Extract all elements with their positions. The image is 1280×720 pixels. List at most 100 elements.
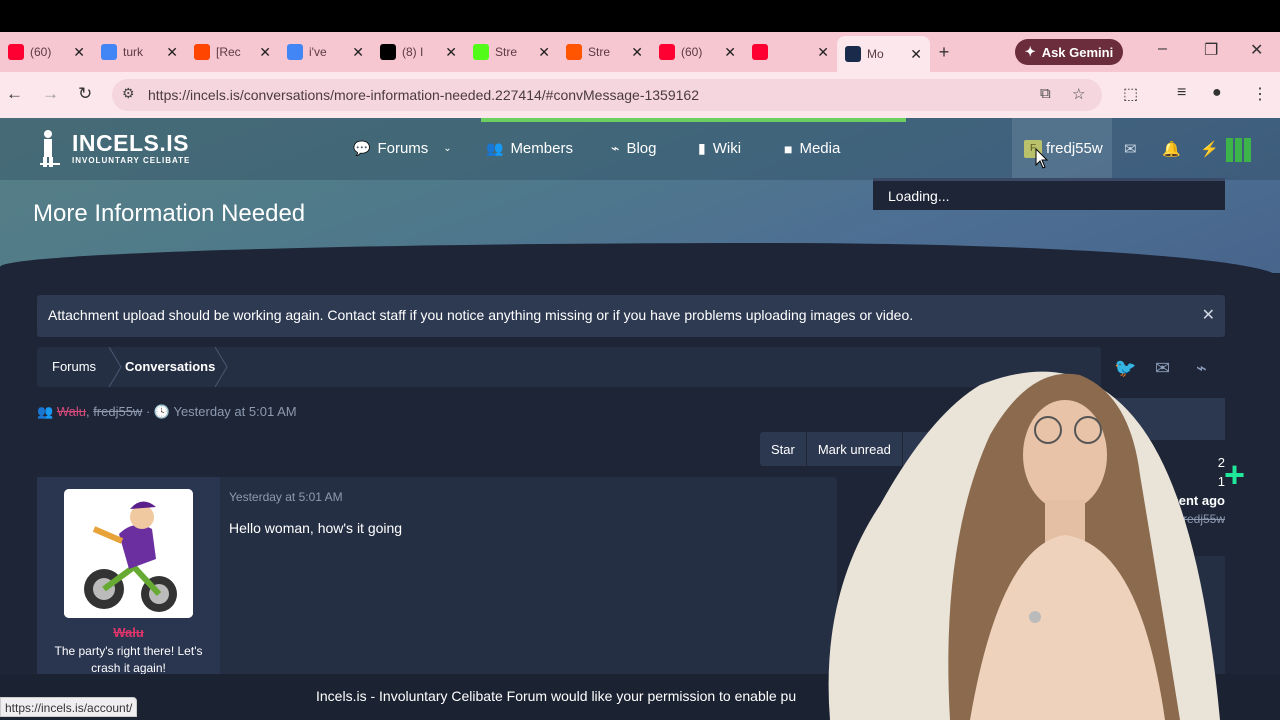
message-time[interactable]: Yesterday at 5:01 AM: [229, 490, 343, 504]
comments-icon: 💬: [353, 140, 371, 156]
chevron-down-icon[interactable]: ⌄: [443, 143, 451, 154]
x-icon: [380, 44, 396, 60]
tab-title: (60): [30, 45, 52, 59]
tab-title: turk: [123, 45, 144, 59]
browser-tab[interactable]: ✕: [744, 36, 837, 68]
browser-tab[interactable]: (8) I ✕: [372, 36, 465, 68]
profile-avatar-icon[interactable]: ●: [1212, 84, 1222, 102]
search-bars-icon[interactable]: [1226, 136, 1262, 166]
notice-text: Attachment upload should be working agai…: [48, 307, 914, 323]
browser-tab[interactable]: (60) ✕: [0, 36, 93, 68]
logo-subtitle: INVOLUNTARY CELIBATE: [72, 156, 191, 165]
tab-close-icon[interactable]: ✕: [631, 44, 643, 61]
bookmark-star-icon[interactable]: ☆: [1072, 85, 1085, 103]
soundcloud-icon: [566, 44, 582, 60]
reddit-icon: [194, 44, 210, 60]
reload-icon[interactable]: ↻: [78, 84, 92, 104]
envelope-icon[interactable]: ✉: [1124, 140, 1137, 158]
participants-icon: 👥: [37, 404, 54, 419]
participant-link[interactable]: Walu: [57, 404, 86, 419]
nav-members-label: Members: [510, 140, 573, 157]
close-icon[interactable]: ✕: [1202, 305, 1215, 325]
restore-icon[interactable]: ❐: [1204, 40, 1218, 60]
nav-media-label: Media: [799, 140, 841, 157]
new-tab-button[interactable]: +: [930, 42, 958, 63]
message-author-avatar[interactable]: [64, 489, 193, 618]
browser-tab[interactable]: (60) ✕: [651, 36, 744, 68]
page-load-progress: [481, 118, 906, 122]
tab-close-icon[interactable]: ✕: [445, 44, 457, 61]
browser-tab[interactable]: Stre ✕: [465, 36, 558, 68]
conversation-start-time: Yesterday at 5:01 AM: [173, 404, 297, 419]
nav-media[interactable]: ■ Media: [784, 140, 840, 157]
ask-gemini-label: Ask Gemini: [1041, 44, 1114, 60]
hero-wave: [0, 243, 1280, 303]
google-icon: [101, 44, 117, 60]
tab-title: Mo: [867, 47, 884, 61]
video-camera-icon: ■: [784, 140, 793, 157]
logo-figure-icon: [40, 130, 60, 167]
back-icon[interactable]: ←: [6, 84, 23, 104]
users-icon: 👥: [486, 140, 504, 156]
browser-tab[interactable]: [Rec ✕: [186, 36, 279, 68]
browser-tab[interactable]: i've ✕: [279, 36, 372, 68]
mouse-cursor-icon: [1035, 148, 1049, 169]
browser-tab[interactable]: Stre ✕: [558, 36, 651, 68]
gemini-icon: ✦: [1024, 44, 1036, 59]
breadcrumb-separator-icon: [214, 347, 228, 387]
tab-close-icon[interactable]: ✕: [538, 44, 550, 61]
tab-close-icon[interactable]: ✕: [724, 44, 736, 61]
breadcrumb-conversations[interactable]: Conversations: [125, 359, 215, 374]
menu-kebab-icon[interactable]: ⋮: [1252, 84, 1268, 104]
kick-icon: [473, 44, 489, 60]
bolt-icon[interactable]: ⚡: [1200, 140, 1219, 158]
extensions-icon[interactable]: ⬚: [1123, 84, 1138, 104]
incels-icon: [845, 46, 861, 62]
star-button[interactable]: Star: [760, 432, 807, 466]
tab-title: (60): [681, 45, 703, 59]
breadcrumb-separator-icon: [108, 347, 122, 387]
nav-blog[interactable]: ⌁ Blog: [611, 140, 656, 157]
nav-members[interactable]: 👥 Members: [486, 140, 573, 157]
install-app-icon[interactable]: ⧉: [1040, 85, 1051, 102]
nav-blog-label: Blog: [626, 140, 657, 157]
tab-title: Stre: [588, 45, 611, 59]
message-body: Hello woman, how's it going: [229, 520, 403, 536]
bell-icon[interactable]: 🔔: [1162, 140, 1181, 158]
tab-close-icon[interactable]: ✕: [910, 46, 922, 63]
browser-tab[interactable]: turk ✕: [93, 36, 186, 68]
message-author-title: The party's right there! Let's crash it …: [54, 644, 203, 675]
tab-title: i've: [309, 45, 327, 59]
youtube-icon: [8, 44, 24, 60]
dropdown-loading-text: Loading...: [888, 188, 950, 204]
tab-close-icon[interactable]: ✕: [259, 44, 271, 61]
forward-icon[interactable]: →: [42, 84, 59, 104]
nav-forums[interactable]: 💬 Forums ⌄: [353, 140, 452, 157]
tab-close-icon[interactable]: ✕: [73, 44, 85, 61]
breadcrumb-forums[interactable]: Forums: [52, 359, 96, 374]
clock-icon: 🕓: [153, 404, 171, 419]
permission-text: Incels.is - Involuntary Celibate Forum w…: [316, 688, 797, 704]
tab-close-icon[interactable]: ✕: [166, 44, 178, 61]
plus-icon: +: [1224, 454, 1246, 495]
nav-wiki[interactable]: ▮ Wiki: [698, 140, 741, 157]
message-author-name[interactable]: Walu: [37, 625, 220, 640]
close-window-icon[interactable]: ✕: [1250, 40, 1263, 60]
media-controls-icon[interactable]: ≡: [1177, 84, 1186, 102]
tab-title: Stre: [495, 45, 518, 59]
ask-gemini-button[interactable]: ✦ Ask Gemini: [1015, 39, 1123, 65]
book-icon: ▮: [698, 140, 706, 156]
tab-close-icon[interactable]: ✕: [817, 44, 829, 61]
youtube-icon: [752, 44, 768, 60]
nav-forums-label: Forums: [377, 140, 429, 157]
address-bar[interactable]: ⚙ https://incels.is/conversations/more-i…: [112, 79, 1102, 111]
browser-tab[interactable]: Mo ✕: [837, 36, 930, 72]
account-menu-trigger[interactable]: F fredj55w: [1012, 118, 1112, 180]
url-text: https://incels.is/conversations/more-inf…: [148, 87, 699, 103]
site-settings-icon[interactable]: ⚙: [122, 85, 135, 102]
site-notice: Attachment upload should be working agai…: [37, 295, 1225, 337]
minimize-icon[interactable]: –: [1158, 40, 1167, 58]
tab-title: [Rec: [216, 45, 241, 59]
tab-close-icon[interactable]: ✕: [352, 44, 364, 61]
participant-link[interactable]: fredj55w: [93, 404, 142, 419]
